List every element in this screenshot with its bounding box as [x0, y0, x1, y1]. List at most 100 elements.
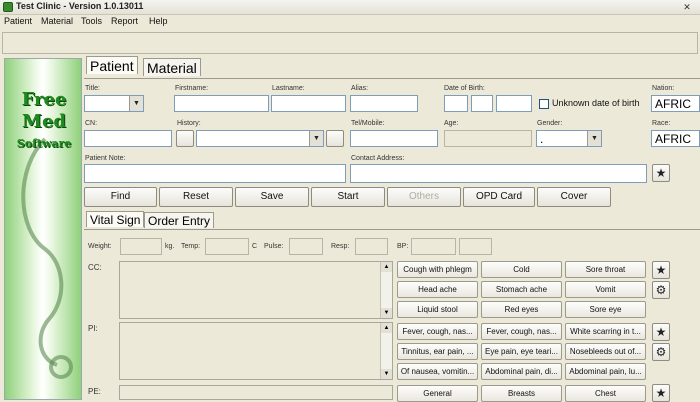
pe-quick-chest[interactable]: Chest	[565, 385, 646, 402]
pi-scrollbar[interactable]: ▲ ▼	[380, 323, 392, 379]
pi-quick-6[interactable]: Nosebleeds out of...	[565, 343, 646, 360]
cn-label: CN:	[85, 120, 98, 127]
dob-month-field[interactable]	[471, 95, 493, 112]
pi-textarea[interactable]: ▲ ▼	[119, 322, 393, 380]
unknown-dob-checkbox[interactable]	[539, 99, 549, 109]
race-select[interactable]: AFRIC	[651, 130, 700, 147]
pi-quick-7[interactable]: Of nausea, vomitin...	[397, 363, 478, 380]
logo-text-free: Free	[21, 89, 67, 110]
bp-systolic-field[interactable]	[411, 238, 456, 255]
gender-value: .	[540, 132, 544, 146]
opd-card-button[interactable]: OPD Card	[463, 187, 535, 207]
history-next-button[interactable]	[326, 130, 344, 147]
pi-quick-1[interactable]: Fever, cough, nas...	[397, 323, 478, 340]
star-icon[interactable]: ★	[652, 384, 670, 402]
menu-patient[interactable]: Patient	[4, 16, 32, 26]
scroll-up-icon[interactable]: ▲	[381, 262, 392, 272]
free-med-logo: Free Med Software	[4, 58, 82, 400]
tel-label: Tel/Mobile:	[351, 120, 385, 127]
cover-button[interactable]: Cover	[537, 187, 611, 207]
pulse-field[interactable]	[289, 238, 323, 255]
celsius-label: C	[252, 243, 258, 250]
pe-textarea[interactable]	[119, 385, 393, 400]
pi-quick-3[interactable]: White scarring in t...	[565, 323, 646, 340]
pi-quick-9[interactable]: Abdominal pain, lu...	[565, 363, 646, 380]
nation-label: Nation:	[652, 85, 675, 92]
weight-label: Weight:	[88, 243, 112, 250]
chevron-down-icon[interactable]: ▼	[587, 131, 601, 146]
weight-field[interactable]	[120, 238, 162, 255]
others-button[interactable]: Others	[387, 187, 461, 207]
race-value: AFRIC	[655, 132, 691, 146]
chevron-down-icon[interactable]: ▼	[129, 96, 143, 111]
tab-patient[interactable]: Patient	[86, 56, 138, 74]
title-select[interactable]: ▼	[84, 95, 144, 112]
pe-label: PE:	[88, 387, 101, 396]
cc-quick-sore-throat[interactable]: Sore throat	[565, 261, 646, 278]
scroll-up-icon[interactable]: ▲	[381, 323, 392, 333]
star-icon[interactable]: ★	[652, 164, 670, 182]
pe-quick-breasts[interactable]: Breasts	[481, 385, 562, 402]
cc-quick-cough[interactable]: Cough with phlegm	[397, 261, 478, 278]
temp-field[interactable]	[205, 238, 249, 255]
tab-order-entry[interactable]: Order Entry	[144, 212, 215, 228]
cc-quick-red-eyes[interactable]: Red eyes	[481, 301, 562, 318]
nation-select[interactable]: AFRIC	[651, 95, 700, 112]
tab-divider	[84, 78, 700, 79]
cc-quick-head-ache[interactable]: Head ache	[397, 281, 478, 298]
menu-report[interactable]: Report	[111, 16, 138, 26]
pi-label: PI:	[88, 324, 98, 333]
cc-quick-cold[interactable]: Cold	[481, 261, 562, 278]
cc-label: CC:	[88, 263, 102, 272]
toolbar	[2, 32, 698, 54]
lastname-field[interactable]	[271, 95, 346, 112]
resp-field[interactable]	[355, 238, 388, 255]
scroll-down-icon[interactable]: ▼	[381, 369, 392, 379]
history-select[interactable]: ▼	[196, 130, 324, 147]
title-label: Title:	[85, 85, 100, 92]
nation-value: AFRIC	[655, 97, 691, 111]
gear-icon[interactable]: ⚙	[652, 343, 670, 361]
menu-material[interactable]: Material	[41, 16, 73, 26]
reset-button[interactable]: Reset	[159, 187, 233, 207]
pi-quick-4[interactable]: Tinnitus, ear pain, ...	[397, 343, 478, 360]
tab-vital-sign[interactable]: Vital Sign	[86, 211, 145, 227]
patient-note-field[interactable]	[84, 164, 346, 183]
app-icon	[3, 2, 13, 12]
bp-diastolic-field[interactable]	[459, 238, 492, 255]
firstname-field[interactable]	[174, 95, 269, 112]
bp-label: BP:	[397, 243, 409, 250]
cc-textarea[interactable]: ▲ ▼	[119, 261, 393, 319]
gear-icon[interactable]: ⚙	[652, 281, 670, 299]
start-button[interactable]: Start	[311, 187, 385, 207]
tab-material[interactable]: Material	[143, 58, 201, 76]
contact-address-field[interactable]	[350, 164, 647, 183]
cc-quick-vomit[interactable]: Vomit	[565, 281, 646, 298]
temp-label: Temp:	[181, 243, 201, 250]
find-button[interactable]: Find	[84, 187, 157, 207]
pi-quick-8[interactable]: Abdominal pain, di...	[481, 363, 562, 380]
chevron-down-icon[interactable]: ▼	[309, 131, 323, 146]
star-icon[interactable]: ★	[652, 261, 670, 279]
menu-help[interactable]: Help	[149, 16, 168, 26]
alias-field[interactable]	[350, 95, 418, 112]
dob-day-field[interactable]	[444, 95, 468, 112]
cc-quick-liquid-stool[interactable]: Liquid stool	[397, 301, 478, 318]
dob-year-field[interactable]	[496, 95, 532, 112]
tel-field[interactable]	[350, 130, 438, 147]
menu-tools[interactable]: Tools	[81, 16, 102, 26]
star-icon[interactable]: ★	[652, 323, 670, 341]
cc-scrollbar[interactable]: ▲ ▼	[380, 262, 392, 318]
close-icon[interactable]: ✕	[682, 2, 692, 12]
logo-text-med: Med	[22, 111, 66, 132]
scroll-down-icon[interactable]: ▼	[381, 308, 392, 318]
pe-quick-general[interactable]: General	[397, 385, 478, 402]
save-button[interactable]: Save	[235, 187, 309, 207]
cc-quick-sore-eye[interactable]: Sore eye	[565, 301, 646, 318]
cc-quick-stomach-ache[interactable]: Stomach ache	[481, 281, 562, 298]
gender-select[interactable]: . ▼	[536, 130, 602, 147]
history-prev-button[interactable]	[176, 130, 194, 147]
pi-quick-5[interactable]: Eye pain, eye teari...	[481, 343, 562, 360]
pi-quick-2[interactable]: Fever, cough, nas...	[481, 323, 562, 340]
cn-field[interactable]	[84, 130, 172, 147]
